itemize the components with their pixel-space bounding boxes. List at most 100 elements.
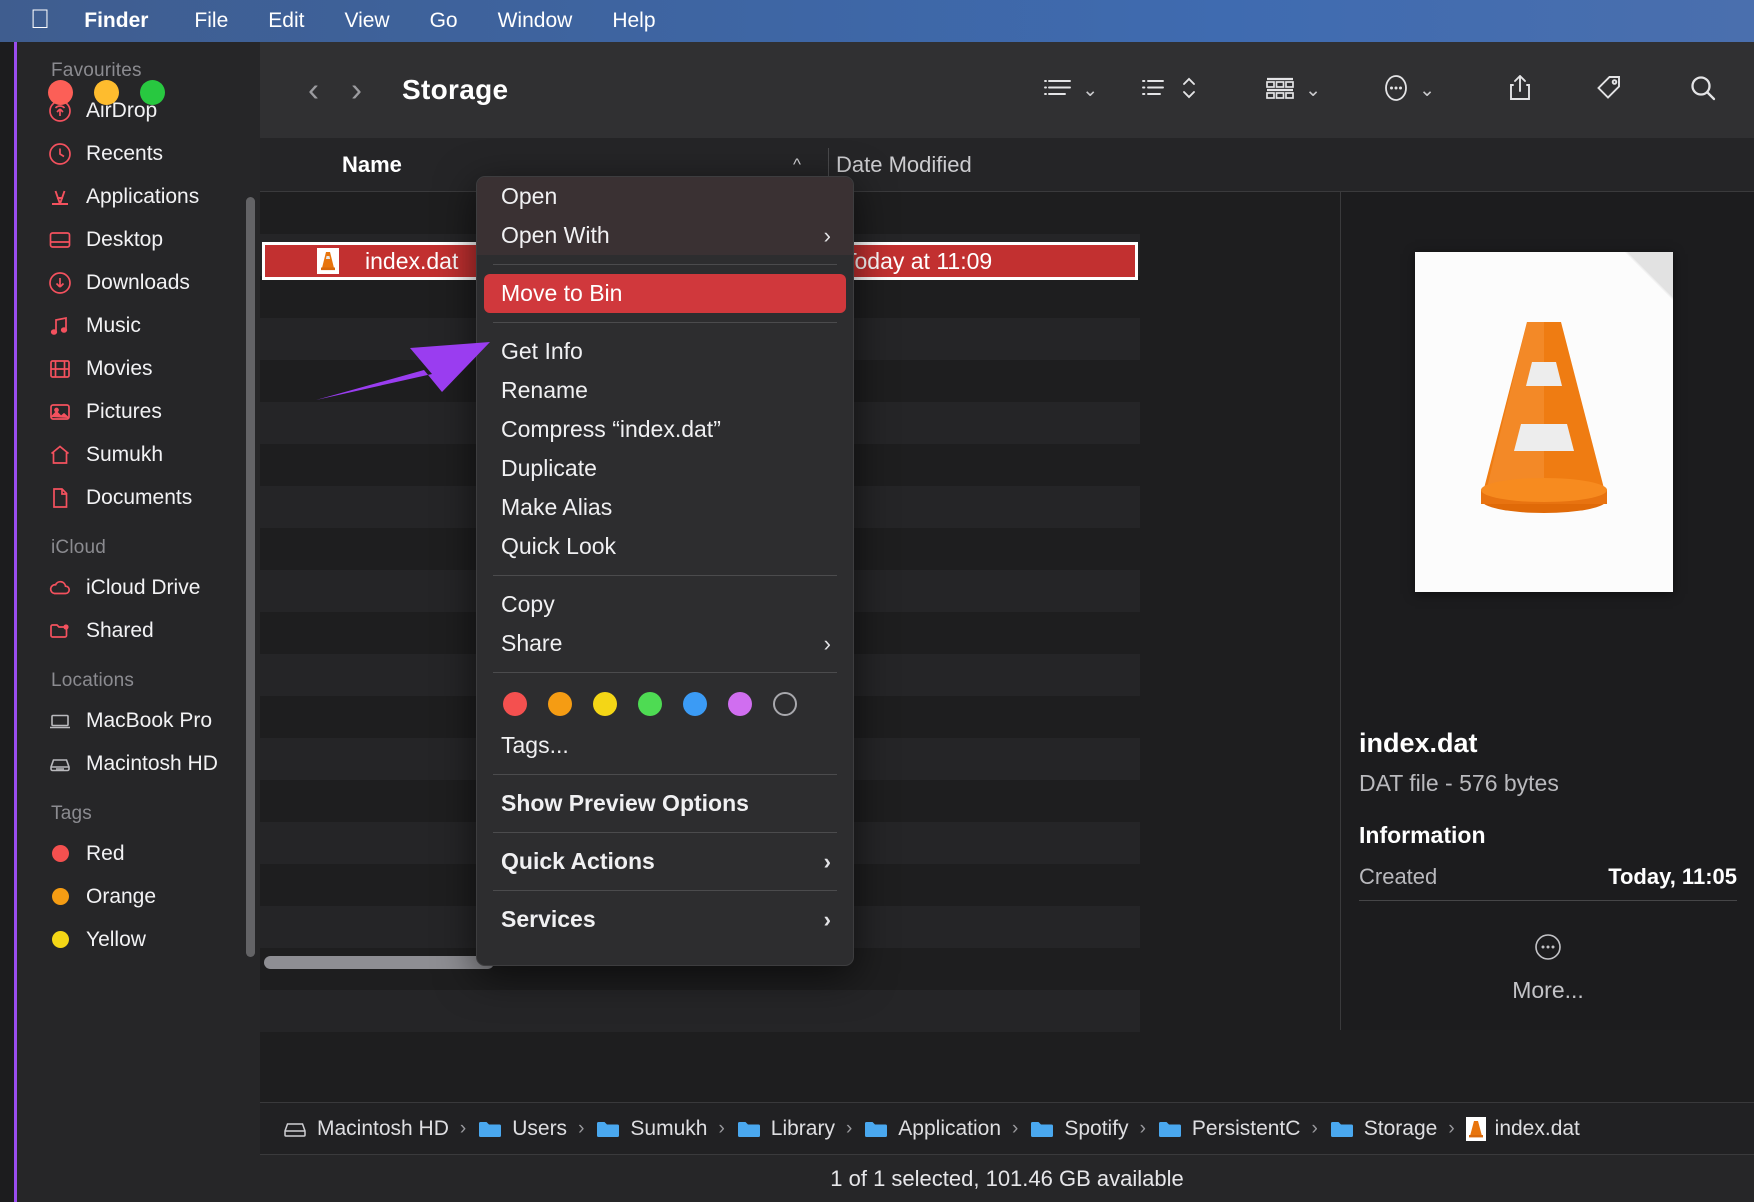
sidebar-section-tags: Tags bbox=[51, 803, 92, 824]
breadcrumb-label: Sumukh bbox=[630, 1116, 708, 1140]
shared-folder-icon bbox=[47, 618, 73, 644]
tag-swatch-orange[interactable] bbox=[548, 692, 572, 716]
context-menu-item-rename[interactable]: Rename bbox=[477, 371, 853, 410]
harddisk-icon bbox=[282, 1118, 308, 1140]
breadcrumb-separator: › bbox=[1311, 1117, 1318, 1139]
context-menu-item-make-alias[interactable]: Make Alias bbox=[477, 488, 853, 527]
forward-button[interactable]: › bbox=[335, 71, 378, 109]
cloud-icon bbox=[47, 575, 73, 601]
menu-item-help[interactable]: Help bbox=[592, 9, 675, 33]
tag-swatch-purple[interactable] bbox=[728, 692, 752, 716]
list-row[interactable] bbox=[260, 990, 1140, 1032]
context-menu-item-quick-look[interactable]: Quick Look bbox=[477, 527, 853, 566]
menu-item-finder[interactable]: Finder bbox=[84, 9, 174, 33]
clock-icon bbox=[47, 141, 73, 167]
breadcrumb-users[interactable]: Users bbox=[477, 1117, 567, 1141]
sidebar-item-recents[interactable]: Recents bbox=[17, 132, 260, 175]
sidebar-item-macintosh-hd[interactable]: Macintosh HD bbox=[17, 742, 260, 785]
sidebar-item-applications[interactable]: Applications bbox=[17, 175, 260, 218]
group-sort-button[interactable] bbox=[1119, 74, 1218, 107]
menu-label: Open With bbox=[501, 222, 610, 248]
sidebar-item-shared[interactable]: Shared bbox=[17, 609, 260, 652]
sidebar-item-pictures[interactable]: Pictures bbox=[17, 390, 260, 433]
column-header-date-modified[interactable]: Date Modified bbox=[836, 152, 972, 178]
sidebar-item-tag-yellow[interactable]: Yellow bbox=[17, 918, 260, 961]
tag-swatch-red[interactable] bbox=[503, 692, 527, 716]
share-button[interactable] bbox=[1484, 71, 1556, 110]
context-menu-divider bbox=[493, 575, 837, 576]
context-menu-item-duplicate[interactable]: Duplicate bbox=[477, 449, 853, 488]
sidebar-item-sumukh[interactable]: Sumukh bbox=[17, 433, 260, 476]
item-arrange-button[interactable]: ⌄ bbox=[1242, 75, 1342, 106]
status-bar: 1 of 1 selected, 101.46 GB available bbox=[260, 1154, 1754, 1202]
close-button[interactable] bbox=[48, 80, 73, 105]
toolbar-buttons: ⌄ ⌄ ⌄ bbox=[1020, 42, 1754, 138]
zoom-button[interactable] bbox=[140, 80, 165, 105]
breadcrumb-separator: › bbox=[1012, 1117, 1019, 1139]
sidebar-item-documents[interactable]: Documents bbox=[17, 476, 260, 519]
folder-icon bbox=[477, 1118, 503, 1140]
sidebar-item-label: Recents bbox=[86, 141, 164, 165]
context-menu-item-open-with[interactable]: Open With › bbox=[477, 216, 853, 255]
context-menu-item-tags[interactable]: Tags... bbox=[477, 726, 853, 765]
context-menu-item-copy[interactable]: Copy bbox=[477, 585, 853, 624]
menu-item-file[interactable]: File bbox=[174, 9, 248, 33]
menu-label: Compress “index.dat” bbox=[501, 416, 721, 442]
menu-label: Quick Actions bbox=[501, 848, 655, 874]
apple-logo-icon[interactable]:  bbox=[30, 5, 50, 33]
sidebar-item-label: Yellow bbox=[86, 927, 146, 951]
sidebar-item-macbook-pro[interactable]: MacBook Pro bbox=[17, 699, 260, 742]
context-menu-item-move-to-bin[interactable]: Move to Bin bbox=[484, 274, 846, 313]
column-header-name[interactable]: Name bbox=[342, 152, 402, 178]
sidebar-scrollbar[interactable] bbox=[246, 197, 255, 957]
file-name: index.dat bbox=[365, 247, 459, 274]
context-menu-item-share[interactable]: Share › bbox=[477, 624, 853, 663]
sidebar-item-movies[interactable]: Movies bbox=[17, 347, 260, 390]
sidebar-item-downloads[interactable]: Downloads bbox=[17, 261, 260, 304]
chevron-up-icon: ^ bbox=[793, 154, 801, 174]
tag-swatch-green[interactable] bbox=[638, 692, 662, 716]
context-menu-item-quick-actions[interactable]: Quick Actions › bbox=[477, 842, 853, 881]
menu-item-go[interactable]: Go bbox=[410, 9, 478, 33]
back-button[interactable]: ‹ bbox=[292, 71, 335, 109]
chevron-down-icon: ⌄ bbox=[1305, 79, 1322, 101]
breadcrumb-persistentcache[interactable]: PersistentC bbox=[1157, 1117, 1300, 1141]
breadcrumb-library[interactable]: Library bbox=[736, 1117, 835, 1141]
menu-label: Make Alias bbox=[501, 494, 613, 520]
search-button[interactable] bbox=[1666, 72, 1740, 109]
context-menu-item-open[interactable]: Open bbox=[477, 177, 853, 216]
breadcrumb-application[interactable]: Application bbox=[863, 1117, 1001, 1141]
breadcrumb-index-dat[interactable]: index.dat bbox=[1465, 1116, 1580, 1141]
sidebar-item-icloud-drive[interactable]: iCloud Drive bbox=[17, 566, 260, 609]
breadcrumb-macintosh-hd[interactable]: Macintosh HD bbox=[282, 1117, 449, 1141]
context-menu-item-services[interactable]: Services › bbox=[477, 900, 853, 939]
context-menu-item-compress[interactable]: Compress “index.dat” bbox=[477, 410, 853, 449]
preview-more-button[interactable]: More... bbox=[1341, 932, 1754, 1004]
preview-information-header: Information bbox=[1359, 822, 1486, 848]
menu-item-edit[interactable]: Edit bbox=[248, 9, 324, 33]
share-icon bbox=[1505, 71, 1535, 110]
sidebar-item-music[interactable]: Music bbox=[17, 304, 260, 347]
menu-item-window[interactable]: Window bbox=[478, 9, 593, 33]
sidebar-item-tag-orange[interactable]: Orange bbox=[17, 875, 260, 918]
minimize-button[interactable] bbox=[94, 80, 119, 105]
context-menu-item-get-info[interactable]: Get Info bbox=[477, 332, 853, 371]
view-options-button[interactable]: ⌄ bbox=[1020, 75, 1119, 106]
folder-icon bbox=[1157, 1118, 1183, 1140]
horizontal-scrollbar[interactable] bbox=[264, 956, 494, 969]
tag-swatch-blue[interactable] bbox=[683, 692, 707, 716]
breadcrumb-sumukh[interactable]: Sumukh bbox=[595, 1117, 707, 1141]
sidebar-item-tag-red[interactable]: Red bbox=[17, 832, 260, 875]
tag-swatch-yellow[interactable] bbox=[593, 692, 617, 716]
menu-item-view[interactable]: View bbox=[324, 9, 409, 33]
sidebar-item-desktop[interactable]: Desktop bbox=[17, 218, 260, 261]
context-menu-divider bbox=[493, 264, 837, 265]
vlc-cone-icon bbox=[1465, 1116, 1486, 1141]
tag-swatch-none[interactable] bbox=[773, 692, 797, 716]
breadcrumb-separator: › bbox=[578, 1117, 585, 1139]
tags-button[interactable] bbox=[1572, 72, 1646, 109]
action-menu-button[interactable]: ⌄ bbox=[1360, 71, 1456, 110]
context-menu-item-show-preview-options[interactable]: Show Preview Options bbox=[477, 784, 853, 823]
breadcrumb-spotify[interactable]: Spotify bbox=[1029, 1117, 1129, 1141]
breadcrumb-storage[interactable]: Storage bbox=[1329, 1117, 1437, 1141]
